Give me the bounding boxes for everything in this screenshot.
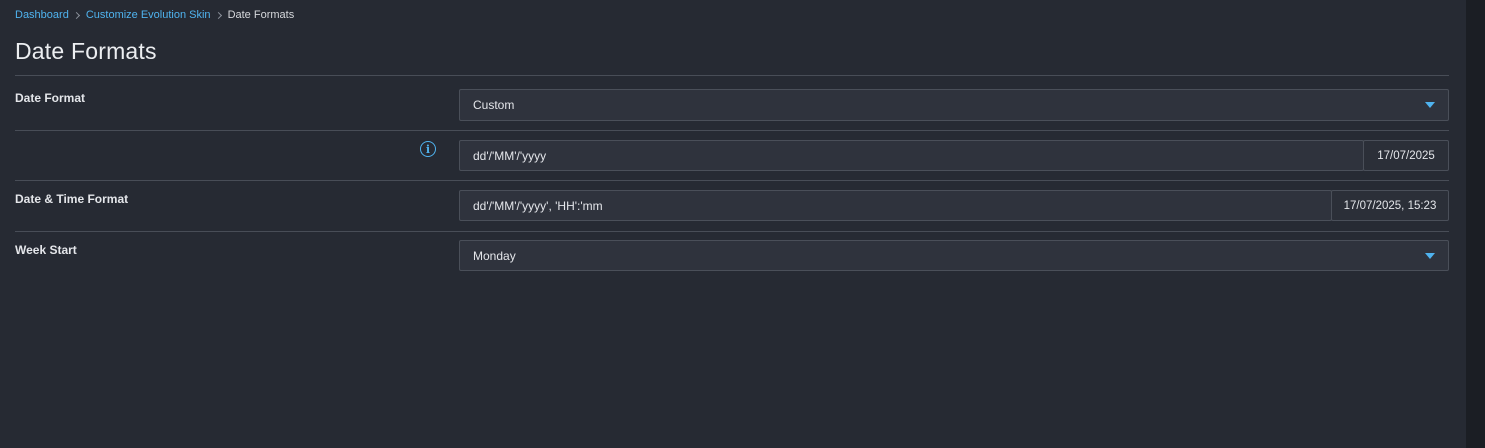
divider (15, 75, 1449, 76)
breadcrumb-dashboard-link[interactable]: Dashboard (15, 9, 69, 21)
datetime-format-preview: 17/07/2025, 15:23 (1331, 190, 1449, 221)
date-format-select[interactable]: Custom (459, 89, 1449, 121)
page-title: Date Formats (15, 38, 157, 64)
divider (15, 231, 1449, 232)
week-start-label: Week Start (15, 243, 77, 257)
date-format-selected-value: Custom (473, 98, 515, 112)
scrollbar[interactable] (1466, 0, 1485, 448)
divider (15, 180, 1449, 181)
week-start-selected-value: Monday (473, 248, 516, 263)
datetime-format-input[interactable] (459, 190, 1332, 221)
breadcrumb-current: Date Formats (227, 9, 295, 21)
date-format-preview: 17/07/2025 (1363, 140, 1449, 171)
breadcrumb: Dashboard Customize Evolution Skin Date … (15, 8, 294, 22)
main-content: Dashboard Customize Evolution Skin Date … (0, 0, 1466, 448)
info-icon[interactable]: i (420, 141, 436, 157)
date-format-label: Date Format (15, 91, 86, 105)
breadcrumb-customize-skin-link[interactable]: Customize Evolution Skin (86, 9, 211, 21)
datetime-format-label: Date & Time Format (15, 192, 129, 206)
custom-date-format-input[interactable] (459, 140, 1364, 171)
chevron-right-icon (72, 11, 80, 19)
caret-down-icon (1425, 253, 1435, 259)
chevron-right-icon (214, 11, 222, 19)
caret-down-icon (1425, 102, 1435, 108)
divider (15, 130, 1449, 131)
week-start-select[interactable]: Monday (459, 240, 1449, 271)
